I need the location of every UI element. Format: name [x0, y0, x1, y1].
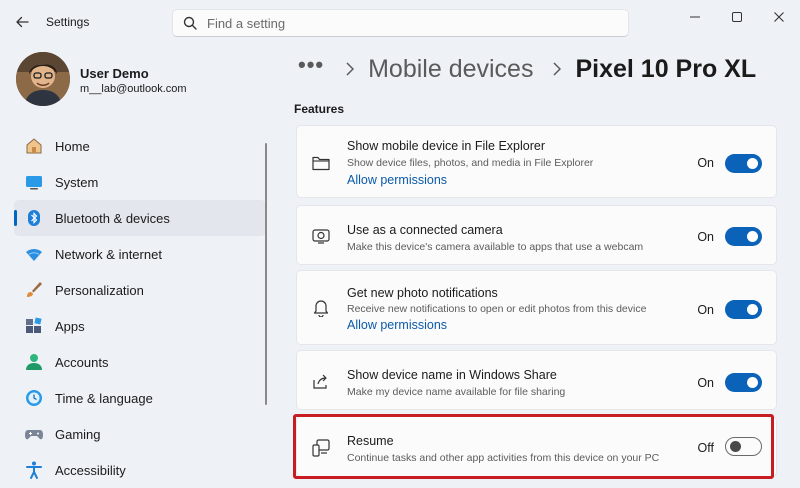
card-description: Show device files, photos, and media in … [347, 157, 594, 169]
sidebar-item-time-language[interactable]: Time & language [14, 380, 266, 416]
windows-share-toggle[interactable] [725, 373, 762, 392]
sidebar-item-system[interactable]: System [14, 164, 266, 200]
accessibility-icon [24, 460, 44, 480]
toggle-state-label: On [697, 303, 714, 317]
system-icon [24, 172, 44, 192]
camera-icon [311, 226, 331, 246]
search-icon [183, 16, 197, 30]
chevron-right-icon [344, 61, 356, 77]
feature-card-windows-share: Show device name in Windows Share Make m… [296, 350, 777, 410]
sidebar-item-label: Network & internet [55, 246, 162, 262]
maximize-button[interactable] [722, 6, 752, 28]
allow-permissions-link[interactable]: Allow permissions [347, 318, 447, 332]
sidebar-item-gaming[interactable]: Gaming [14, 416, 266, 452]
sidebar-nav: Home System Bluetooth & devices Network … [14, 128, 266, 488]
chevron-right-icon [551, 61, 563, 77]
feature-card-photo-notifications: Get new photo notifications Receive new … [296, 270, 777, 345]
toggle-knob [747, 377, 758, 388]
card-title: Get new photo notifications [347, 286, 498, 300]
sidebar-item-label: Gaming [55, 426, 101, 442]
card-title: Show device name in Windows Share [347, 368, 557, 382]
resume-toggle[interactable] [725, 437, 762, 456]
personalization-icon [24, 280, 44, 300]
search-box[interactable] [172, 9, 629, 37]
avatar[interactable] [16, 52, 70, 106]
home-icon [24, 136, 44, 156]
breadcrumb-more-button[interactable]: ••• [298, 52, 324, 78]
toggle-state-label: On [697, 156, 714, 170]
sidebar-item-accounts[interactable]: Accounts [14, 344, 266, 380]
sidebar-item-label: Accounts [55, 354, 109, 370]
sidebar-item-label: System [55, 174, 99, 190]
search-input[interactable] [207, 15, 587, 31]
sidebar-item-network[interactable]: Network & internet [14, 236, 266, 272]
time-language-icon [24, 388, 44, 408]
back-button[interactable] [12, 12, 32, 32]
card-description: Make my device name available for file s… [347, 386, 566, 398]
sidebar-item-bluetooth-devices[interactable]: Bluetooth & devices [14, 200, 266, 236]
sidebar-scrollbar[interactable] [265, 143, 267, 405]
page-title: Pixel 10 Pro XL [575, 54, 757, 83]
close-button[interactable] [764, 6, 794, 28]
sidebar-item-label: Apps [55, 318, 85, 334]
file-explorer-toggle[interactable] [725, 154, 762, 173]
toggle-state-label: On [697, 230, 714, 244]
bell-icon [311, 298, 331, 318]
toggle-knob [747, 158, 758, 169]
back-arrow-icon [16, 16, 29, 28]
maximize-icon [732, 12, 742, 22]
resume-devices-icon [311, 438, 331, 458]
feature-card-file-explorer: Show mobile device in File Explorer Show… [296, 125, 777, 198]
sidebar-item-apps[interactable]: Apps [14, 308, 266, 344]
sidebar-item-home[interactable]: Home [14, 128, 266, 164]
card-description: Receive new notifications to open or edi… [347, 303, 647, 315]
share-icon [311, 372, 331, 392]
card-title: Show mobile device in File Explorer [347, 139, 546, 153]
card-title: Use as a connected camera [347, 223, 503, 237]
section-title: Features [294, 102, 345, 116]
toggle-knob [730, 441, 741, 452]
sidebar-item-label: Bluetooth & devices [55, 210, 170, 226]
sidebar-item-accessibility[interactable]: Accessibility [14, 452, 266, 488]
minimize-button[interactable] [680, 6, 710, 28]
bluetooth-icon [24, 208, 44, 228]
photo-notifications-toggle[interactable] [725, 300, 762, 319]
minimize-icon [690, 16, 700, 18]
breadcrumb-parent-link[interactable]: Mobile devices [368, 55, 533, 84]
allow-permissions-link[interactable]: Allow permissions [347, 173, 447, 187]
sidebar-item-label: Personalization [55, 282, 144, 298]
user-name: User Demo [80, 66, 149, 81]
toggle-knob [747, 231, 758, 242]
feature-card-connected-camera: Use as a connected camera Make this devi… [296, 205, 777, 265]
toggle-knob [747, 304, 758, 315]
apps-icon [24, 316, 44, 336]
folder-icon [311, 153, 331, 173]
sidebar-item-label: Home [55, 138, 90, 154]
toggle-state-label: On [697, 376, 714, 390]
connected-camera-toggle[interactable] [725, 227, 762, 246]
accounts-icon [24, 352, 44, 372]
sidebar-item-label: Accessibility [55, 462, 126, 478]
network-icon [24, 244, 44, 264]
sidebar-item-personalization[interactable]: Personalization [14, 272, 266, 308]
user-email: m__lab@outlook.com [80, 83, 187, 95]
card-description: Continue tasks and other app activities … [347, 452, 660, 464]
title-bar: Settings [0, 0, 800, 44]
feature-card-resume: Resume Continue tasks and other app acti… [296, 416, 777, 477]
gaming-icon [24, 424, 44, 444]
close-icon [774, 12, 784, 22]
toggle-state-label: Off [697, 441, 714, 455]
sidebar-item-label: Time & language [55, 390, 153, 406]
breadcrumb: ••• Mobile devices Pixel 10 Pro XL [298, 52, 756, 86]
card-description: Make this device's camera available to a… [347, 241, 644, 253]
app-title: Settings [46, 15, 90, 29]
card-title: Resume [347, 434, 394, 448]
